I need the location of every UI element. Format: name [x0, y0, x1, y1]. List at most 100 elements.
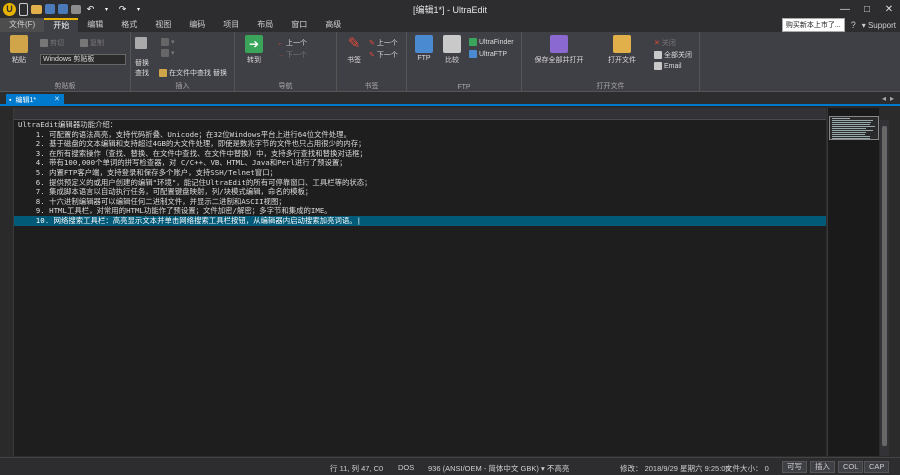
editor-text-area[interactable]: UltraEdit编辑器功能介绍： 1. 可配置的语法高亮，支持代码折叠、Uni… — [14, 120, 826, 456]
editor-line[interactable]: 9. HTML工具栏，对常用的HTML功能作了预设置；文件加密/解密；多字节和集… — [14, 206, 826, 216]
compare-label: 比较 — [445, 57, 459, 64]
nav-prev-button[interactable]: ← 上一个 — [277, 38, 307, 48]
menu-home[interactable]: 开始 — [44, 18, 79, 32]
open-folder-icon[interactable] — [31, 4, 42, 14]
ribbon-group-open: 保存全部并打开 打开文件 ✕ 关闭 全部关闭 Email 打开文件 — [522, 32, 700, 92]
status-col-button[interactable]: COL — [838, 461, 864, 473]
redo-icon[interactable]: ↷ — [116, 3, 129, 16]
editor-line[interactable]: 5. 内置FTP客户端，支持登录和保存多个账户，支持SSH/Telnet窗口； — [14, 168, 826, 178]
group-label-bookmarks: 书签 — [364, 83, 379, 90]
tab-close-button[interactable]: ✕ — [54, 95, 60, 103]
print-icon[interactable] — [71, 4, 81, 14]
email-button[interactable]: Email — [654, 62, 682, 70]
save-all-open-button[interactable]: 保存全部并打开 — [526, 35, 592, 65]
tab-scroll-right-icon[interactable]: ▸ — [890, 94, 894, 103]
insert-item-1[interactable]: ▾ — [161, 38, 175, 46]
editor-line[interactable]: 3. 在所有搜索操作（查找、替换、在文件中查找、在文件中替换）中，支持多行查找和… — [14, 149, 826, 159]
bookmark-prev-button[interactable]: ✎ 上一个 — [369, 38, 398, 48]
close-button[interactable]: ✕ — [878, 0, 900, 18]
minimap-line — [832, 132, 866, 133]
support-link[interactable]: ▾ Support — [862, 21, 896, 30]
copy-button[interactable]: 复制 — [80, 38, 104, 48]
document-tab-strip: ▪ 编辑1* ✕ ◂ ▸ — [0, 92, 900, 106]
status-cap-button[interactable]: CAP — [864, 461, 890, 473]
minimap-line — [832, 118, 851, 119]
bookmark-next-icon: ✎ — [369, 52, 375, 59]
minimap-line — [832, 124, 870, 125]
menu-project[interactable]: 项目 — [214, 18, 248, 32]
ftp-button[interactable]: FTP — [409, 35, 439, 62]
compare-button[interactable]: 比较 — [437, 35, 467, 65]
menu-advanced[interactable]: 高级 — [316, 18, 350, 32]
replace-button[interactable] — [135, 37, 147, 49]
editor-line[interactable]: 1. 可配置的语法高亮，支持代码折叠、Unicode；在32位Windows平台… — [14, 130, 826, 140]
save-all-icon[interactable] — [58, 4, 68, 14]
ultrafinder-button[interactable]: UltraFinder — [469, 38, 514, 46]
window-controls: — □ ✕ — [834, 0, 900, 18]
new-file-icon[interactable] — [19, 2, 28, 16]
save-icon[interactable] — [45, 4, 55, 14]
minimap[interactable] — [827, 108, 879, 456]
minimize-button[interactable]: — — [834, 0, 856, 18]
status-encoding[interactable]: 936 (ANSI/OEM - 简体中文 GBK) — [428, 463, 539, 474]
close-all-button[interactable]: 全部关闭 — [654, 50, 692, 60]
find-button-2[interactable]: 查找 — [135, 68, 149, 78]
undo-icon[interactable]: ↶ — [84, 3, 97, 16]
menu-window[interactable]: 窗口 — [282, 18, 316, 32]
editor-line[interactable]: 8. 十六进制编辑器可以编辑任何二进制文件，并显示二进制和ASCII视图； — [14, 197, 826, 207]
open-file-button[interactable]: 打开文件 — [592, 35, 652, 65]
ribbon-group-navigation: ➔ 转到 ← 上一个 → 下一个 导航 — [235, 32, 337, 92]
vertical-scrollbar[interactable] — [880, 120, 889, 456]
clipboard-select[interactable]: Windows 剪贴板 — [40, 54, 126, 65]
cut-button[interactable]: 剪切 — [40, 38, 64, 48]
help-icon[interactable]: ? — [851, 20, 856, 30]
editor-line[interactable]: UltraEdit编辑器功能介绍： — [14, 120, 826, 130]
find-in-files-label: 在文件中查找 替换 — [169, 70, 227, 77]
nav-next-button[interactable]: → 下一个 — [277, 50, 307, 60]
vertical-scrollbar-thumb[interactable] — [882, 126, 887, 446]
menu-edit[interactable]: 编辑 — [78, 18, 112, 32]
status-position[interactable]: 行 11, 列 47, C0 — [330, 463, 383, 474]
editor-line[interactable]: 7. 集成脚本语言以自动执行任务，可配置键盘映射，列/块模式编辑，命名的模板； — [14, 187, 826, 197]
menu-layout[interactable]: 布局 — [248, 18, 282, 32]
status-highlight[interactable]: ▾ 不高亮 — [541, 463, 569, 474]
bookmark-toggle-button[interactable]: ✎ 书签 — [339, 35, 369, 65]
tab-scroll-left-icon[interactable]: ◂ — [882, 94, 886, 103]
ultraftp-button[interactable]: UltraFTP — [469, 50, 507, 58]
close-file-button[interactable]: ✕ 关闭 — [654, 38, 676, 48]
menu-encoding[interactable]: 编码 — [180, 18, 214, 32]
ultraftp-icon — [469, 50, 477, 58]
minimap-line — [832, 120, 873, 121]
status-line-ending[interactable]: DOS — [398, 463, 414, 472]
minimap-line — [832, 126, 875, 127]
editor-line[interactable]: 4. 带有100,000个单词的拼写检查器，对 C/C++、VB、HTML、Ja… — [14, 158, 826, 168]
editor-line[interactable]: 6. 提供预定义的或用户创建的编辑"环境"，能记住UltraEdit的所有可停靠… — [14, 178, 826, 188]
menu-view[interactable]: 视图 — [146, 18, 180, 32]
title-bar: U ↶ ▾ ↷ ▾ [编辑1*] - UltraEdit — □ ✕ — [0, 0, 900, 18]
find-button[interactable]: 替换 — [135, 58, 149, 68]
editor-line[interactable]: 2. 基于磁盘的文本编辑和支持超过4GB的大文件处理，即使是数兆字节的文件也只占… — [14, 139, 826, 149]
ftp-label: FTP — [417, 55, 431, 62]
bookmark-toggle-label: 书签 — [347, 57, 361, 64]
open-file-label: 打开文件 — [608, 57, 636, 64]
maximize-button[interactable]: □ — [856, 0, 878, 18]
menu-format[interactable]: 格式 — [112, 18, 146, 32]
paste-button[interactable]: 粘贴 — [4, 35, 34, 65]
promo-banner[interactable]: 购买新本上市了... — [781, 18, 845, 32]
insert-item-2[interactable]: ▾ — [161, 49, 175, 57]
status-rw-button[interactable]: 可写 — [782, 461, 807, 473]
goto-label: 转到 — [247, 57, 261, 64]
dropdown-icon[interactable]: ▾ — [100, 3, 113, 16]
dropdown-icon[interactable]: ▾ — [132, 3, 145, 16]
ribbon-tab-bar: 文件(F) 开始 编辑 格式 视图 编码 项目 布局 窗口 高级 购买新本上市了… — [0, 18, 900, 32]
right-arrow-icon: → — [277, 51, 284, 59]
bookmark-next-button[interactable]: ✎ 下一个 — [369, 50, 398, 60]
status-insert-button[interactable]: 插入 — [810, 461, 835, 473]
column-ruler — [14, 108, 826, 120]
goto-button[interactable]: ➔ 转到 — [239, 35, 269, 65]
menu-file[interactable]: 文件(F) — [0, 18, 45, 32]
minimap-line — [832, 136, 870, 137]
editor-current-line[interactable]: 10. 网络搜索工具栏：高亮显示文本并单击网络搜索工具栏按钮，从编辑器内启动搜索… — [14, 215, 826, 226]
app-logo-icon[interactable]: U — [3, 2, 16, 16]
find-in-files-button[interactable]: 在文件中查找 替换 — [159, 68, 227, 78]
